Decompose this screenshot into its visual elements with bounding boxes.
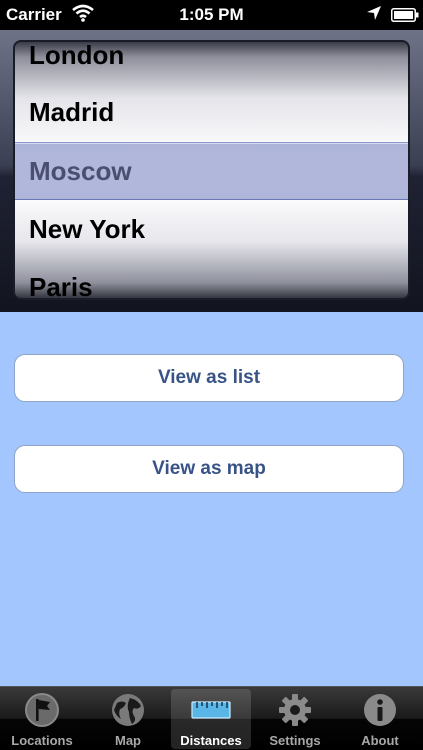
tab-distances-label: Distances xyxy=(180,733,242,748)
tab-settings[interactable]: Settings xyxy=(255,689,335,749)
tab-locations[interactable]: Locations xyxy=(2,689,82,749)
tab-about-label: About xyxy=(361,733,399,748)
tab-map-label: Map xyxy=(115,733,141,748)
ruler-icon xyxy=(191,701,231,719)
tab-map[interactable]: Map xyxy=(88,689,168,749)
location-arrow-icon xyxy=(367,6,381,20)
info-icon xyxy=(364,694,396,726)
view-as-list-button[interactable]: View as list xyxy=(14,354,404,402)
flag-icon xyxy=(25,693,59,727)
picker-item-new-york[interactable]: New York xyxy=(29,214,145,245)
picker-item-madrid[interactable]: Madrid xyxy=(29,97,114,128)
tab-about[interactable]: About xyxy=(340,689,420,749)
gear-icon xyxy=(279,694,311,726)
city-picker[interactable]: London Madrid New York Paris Moscow xyxy=(13,40,410,300)
tab-distances[interactable]: Distances xyxy=(171,689,251,749)
tab-bar: Locations Map Distances Settings About xyxy=(0,686,423,750)
tab-settings-label: Settings xyxy=(269,733,321,748)
picker-selected-label: Moscow xyxy=(29,156,132,186)
city-picker-frame: London Madrid New York Paris Moscow xyxy=(0,30,423,312)
status-bar: Carrier 1:05 PM xyxy=(0,0,423,30)
status-time: 1:05 PM xyxy=(179,5,244,24)
view-as-map-button[interactable]: View as map xyxy=(14,445,404,493)
picker-selection-bar[interactable]: Moscow xyxy=(15,142,408,200)
picker-item-london[interactable]: London xyxy=(29,42,124,71)
tab-locations-label: Locations xyxy=(11,733,73,748)
battery-icon xyxy=(391,8,419,22)
picker-item-paris[interactable]: Paris xyxy=(29,272,93,298)
globe-icon xyxy=(112,694,144,726)
